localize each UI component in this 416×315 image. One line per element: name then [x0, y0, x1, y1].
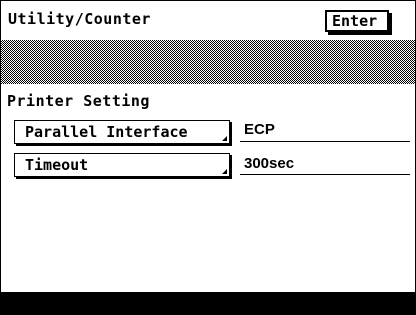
dithered-banner — [1, 40, 415, 84]
corner-marker-icon — [222, 136, 227, 141]
parallel-interface-button[interactable]: Parallel Interface — [14, 120, 230, 144]
parallel-interface-label: Parallel Interface — [25, 123, 188, 141]
enter-button[interactable]: Enter — [325, 10, 389, 32]
screen-title: Utility/Counter — [8, 10, 151, 28]
timeout-label: Timeout — [25, 156, 89, 174]
value-underline — [240, 174, 410, 175]
bottom-bar — [0, 292, 416, 315]
section-heading: Printer Setting — [7, 92, 150, 110]
value-underline — [240, 141, 410, 142]
timeout-value: 300sec — [244, 155, 295, 172]
timeout-button[interactable]: Timeout — [14, 153, 230, 177]
corner-marker-icon — [222, 169, 227, 174]
parallel-interface-value: ECP — [244, 121, 275, 138]
